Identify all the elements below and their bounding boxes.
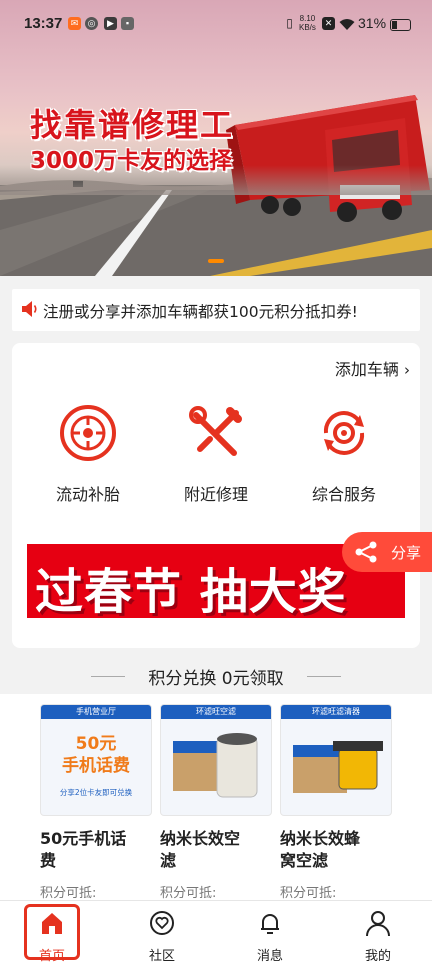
service-label: 附近修理 bbox=[183, 485, 248, 504]
wifi-icon bbox=[339, 19, 355, 30]
speaker-icon bbox=[22, 301, 37, 317]
service-label: 流动补胎 bbox=[55, 485, 120, 504]
product-points: 积分可抵: bbox=[40, 886, 97, 901]
app-notification-icon: ▪ bbox=[121, 17, 134, 30]
no-signal-icon: ✕ bbox=[322, 17, 335, 30]
banner-headline: 找靠谱修理工 bbox=[30, 106, 235, 144]
person-icon bbox=[366, 911, 390, 937]
share-icon bbox=[355, 541, 377, 563]
notice-bar[interactable]: 注册或分享并添加车辆都获100元积分抵扣券! bbox=[12, 289, 420, 331]
hero-banner[interactable]: 13:37 ✉ ◎ ▶ ▪ ▯ 8.10 KB/s ✕ 31% 找靠谱修理工 3… bbox=[0, 0, 432, 276]
product-name: 纳米长效蜂 窝空滤 bbox=[280, 828, 392, 872]
tab-messages[interactable]: 消息 bbox=[240, 909, 300, 964]
air-filter-image bbox=[173, 733, 258, 798]
battery-icon bbox=[390, 19, 411, 31]
bell-icon bbox=[261, 914, 279, 934]
exchange-title: 积分兑换 0元领取 bbox=[0, 664, 432, 689]
product-name-line: 50元手机话 bbox=[40, 829, 127, 848]
product-name: 纳米长效空 滤 bbox=[160, 828, 272, 872]
product-card[interactable]: 环滤旺滤清器 纳米长效蜂 窝空滤 积分可抵: bbox=[280, 704, 392, 901]
chevron-right-icon: › bbox=[404, 361, 410, 379]
tab-label: 消息 bbox=[256, 949, 283, 964]
tab-profile[interactable]: 我的 bbox=[348, 909, 408, 964]
thumb-band: 环滤旺空滤 bbox=[161, 705, 271, 719]
product-name-line: 纳米长效空 bbox=[160, 829, 241, 848]
product-points: 积分可抵: bbox=[280, 886, 337, 901]
product-name-line: 费 bbox=[40, 851, 57, 870]
app-notification-icon: ◎ bbox=[85, 17, 98, 30]
active-tab-highlight bbox=[24, 904, 80, 960]
add-vehicle-label: 添加车辆 bbox=[334, 360, 399, 379]
product-card[interactable]: 手机营业厅 50元 手机话费 分享2位卡友即可兑换 50元手机话 费 积分可抵: bbox=[40, 704, 152, 901]
service-label: 综合服务 bbox=[311, 485, 376, 504]
promo-text: 过春节 抽大奖 bbox=[35, 564, 347, 618]
product-list: 手机营业厅 50元 手机话费 分享2位卡友即可兑换 50元手机话 费 积分可抵:… bbox=[0, 694, 432, 914]
network-speed: 8.10 KB/s bbox=[299, 14, 316, 32]
banner-subline: 3000万卡友的选择 bbox=[30, 148, 233, 174]
product-points: 积分可抵: bbox=[160, 886, 217, 901]
services-card: 添加车辆 › 流动补胎 附近修理 综合服务 过春节 抽大奖 bbox=[12, 343, 420, 648]
tab-label: 我的 bbox=[364, 949, 391, 964]
product-name-line: 窝空滤 bbox=[280, 851, 329, 870]
app-notification-icon: ✉ bbox=[68, 17, 81, 30]
product-thumbnail: 环滤旺滤清器 bbox=[280, 704, 392, 816]
tab-community[interactable]: 社区 bbox=[132, 909, 192, 964]
tab-label: 社区 bbox=[148, 949, 175, 964]
product-thumbnail: 环滤旺空滤 bbox=[160, 704, 272, 816]
service-general[interactable]: 综合服务 bbox=[284, 403, 404, 505]
battery-percent: 31% bbox=[358, 15, 387, 31]
notice-text: 注册或分享并添加车辆都获100元积分抵扣券! bbox=[43, 303, 358, 321]
honeycomb-filter-image bbox=[293, 741, 383, 793]
tire-icon bbox=[60, 405, 116, 461]
thumb-note: 分享2位卡友即可兑换 bbox=[59, 788, 133, 797]
share-label: 分享 bbox=[391, 544, 422, 562]
product-card[interactable]: 环滤旺空滤 纳米长效空 滤 积分可抵: bbox=[160, 704, 272, 901]
heart-chat-icon bbox=[150, 911, 174, 935]
gear-cycle-icon bbox=[323, 411, 365, 455]
service-nearby-repair[interactable]: 附近修理 bbox=[156, 403, 276, 505]
carousel-indicator bbox=[208, 259, 224, 263]
vibrate-icon: ▯ bbox=[286, 16, 293, 30]
thumb-band: 环滤旺滤清器 bbox=[281, 705, 391, 719]
status-time: 13:37 bbox=[24, 15, 63, 32]
add-vehicle-link[interactable]: 添加车辆 › bbox=[335, 356, 410, 380]
thumb-band: 手机营业厅 bbox=[41, 705, 151, 719]
status-bar: 13:37 ✉ ◎ ▶ ▪ ▯ 8.10 KB/s ✕ 31% bbox=[0, 0, 432, 40]
thumb-title: 手机话费 bbox=[62, 756, 130, 776]
network-speed-unit: KB/s bbox=[299, 23, 316, 32]
play-notification-icon: ▶ bbox=[104, 17, 117, 30]
product-name-line: 滤 bbox=[160, 851, 177, 870]
wrench-screwdriver-icon bbox=[189, 406, 242, 456]
network-speed-value: 8.10 bbox=[299, 14, 316, 23]
product-name: 50元手机话 费 bbox=[40, 828, 152, 872]
service-tire-repair[interactable]: 流动补胎 bbox=[28, 403, 148, 505]
share-button[interactable]: 分享 bbox=[342, 532, 432, 572]
product-thumbnail: 手机营业厅 50元 手机话费 分享2位卡友即可兑换 bbox=[40, 704, 152, 816]
product-name-line: 纳米长效蜂 bbox=[280, 829, 361, 848]
